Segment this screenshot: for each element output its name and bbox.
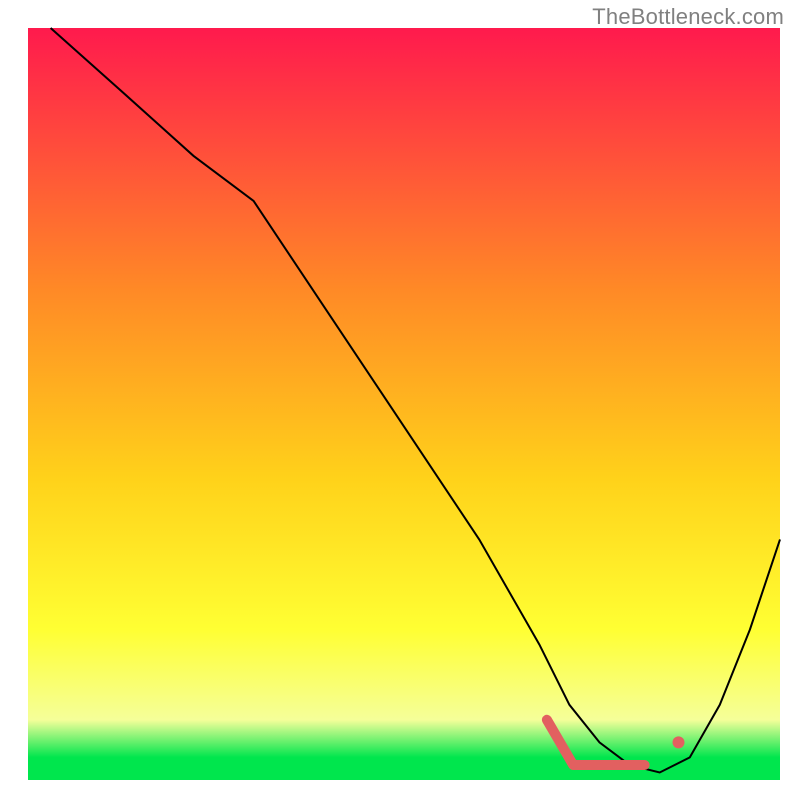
gradient-background xyxy=(28,28,780,780)
highlight-dot xyxy=(673,736,685,748)
chart-svg xyxy=(0,0,800,800)
chart-stage: TheBottleneck.com xyxy=(0,0,800,800)
